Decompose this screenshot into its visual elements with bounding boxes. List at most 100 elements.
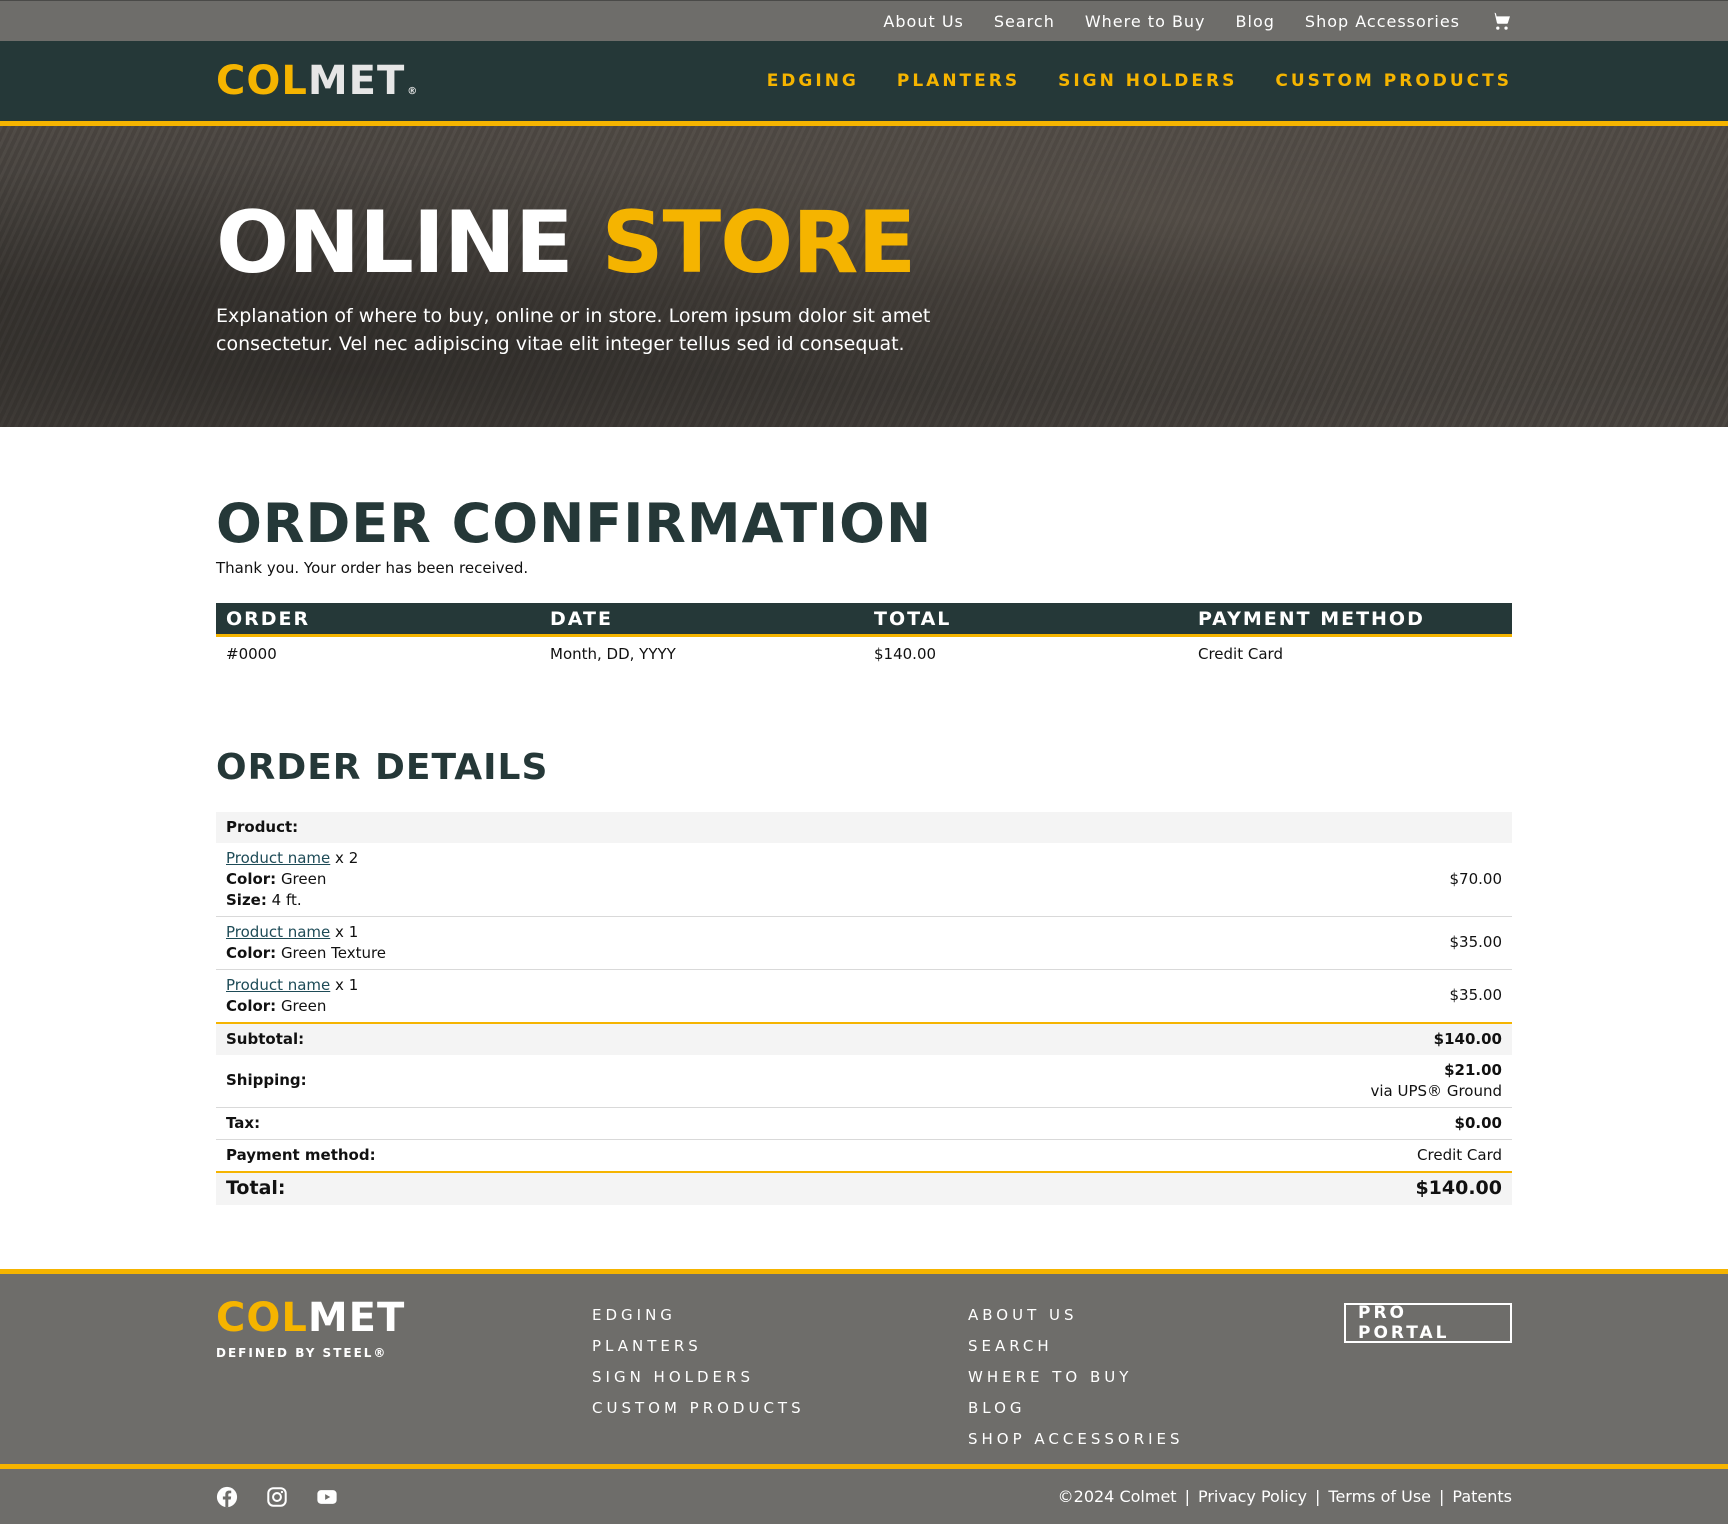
page-title: ORDER CONFIRMATION	[216, 492, 933, 555]
utility-bar: About Us Search Where to Buy Blog Shop A…	[0, 0, 1728, 41]
product-link[interactable]: Product name	[226, 923, 330, 941]
footer-link-blog[interactable]: BLOG	[968, 1393, 1344, 1424]
hero-title: ONLINE STORE	[216, 200, 1512, 286]
main-header: COL MET ® EDGING PLANTERS SIGN HOLDERS CUS…	[0, 41, 1728, 126]
nav-sign-holders[interactable]: SIGN HOLDERS	[1058, 71, 1237, 91]
total-label: Total:	[216, 1171, 920, 1205]
total-value: $140.00	[919, 1171, 1512, 1205]
shipping-value: $21.00	[1444, 1060, 1502, 1079]
nav-planters[interactable]: PLANTERS	[897, 71, 1020, 91]
list-item: Product name x 1 Color: Green Texture $3…	[216, 916, 1512, 970]
product-link[interactable]: Product name	[226, 976, 330, 994]
pro-portal-button[interactable]: PRO PORTAL	[1344, 1303, 1512, 1343]
footer-logo-met: MET	[307, 1295, 406, 1341]
facebook-icon[interactable]	[216, 1486, 238, 1508]
cart-icon[interactable]	[1490, 10, 1512, 32]
payment-method-label: Payment method:	[216, 1139, 920, 1173]
list-item: Product name x 1 Color: Green $35.00	[216, 969, 1512, 1024]
product-color: Green	[280, 996, 327, 1015]
utility-link-blog[interactable]: Blog	[1236, 12, 1275, 31]
colmet-logo[interactable]: COL MET ®	[216, 61, 418, 101]
product-qty: x 1	[335, 975, 359, 994]
col-payment-method: PAYMENT METHOD	[1188, 603, 1512, 637]
separator: |	[1439, 1487, 1445, 1506]
separator: |	[1315, 1487, 1321, 1506]
nav-custom-products[interactable]: CUSTOM PRODUCTS	[1275, 71, 1512, 91]
footer-link-sign-holders[interactable]: SIGN HOLDERS	[592, 1362, 968, 1393]
order-payment-method: Credit Card	[1198, 644, 1283, 663]
hero-subtitle: Explanation of where to buy, online or i…	[216, 305, 931, 355]
patents-link[interactable]: Patents	[1452, 1487, 1512, 1506]
nav-edging[interactable]: EDGING	[767, 71, 859, 91]
utility-link-where-to-buy[interactable]: Where to Buy	[1085, 12, 1206, 31]
footer-link-planters[interactable]: PLANTERS	[592, 1331, 968, 1362]
tax-label: Tax:	[216, 1107, 920, 1140]
hero-title-part1: ONLINE	[216, 193, 574, 293]
utility-link-about-us[interactable]: About Us	[883, 12, 963, 31]
total-row: Total: $140.00	[216, 1171, 1512, 1205]
product-price: $35.00	[919, 916, 1512, 970]
size-label: Size:	[226, 890, 267, 909]
instagram-icon[interactable]	[266, 1486, 288, 1508]
legal-links: ©2024 Colmet | Privacy Policy | Terms of…	[1058, 1487, 1512, 1506]
terms-of-use-link[interactable]: Terms of Use	[1328, 1487, 1431, 1506]
tax-row: Tax: $0.00	[216, 1107, 1512, 1140]
order-details-table: Product: Product name x 2 Color: Green S…	[216, 811, 1512, 1205]
product-qty: x 1	[335, 922, 359, 941]
tax-value: $0.00	[919, 1107, 1512, 1140]
order-summary-table: ORDER DATE TOTAL PAYMENT METHOD #0000 Mo…	[216, 603, 1512, 671]
footer-tagline: DEFINED BY STEEL®	[216, 1346, 388, 1360]
logo-text-met: MET	[307, 58, 406, 104]
color-label: Color:	[226, 943, 277, 962]
product-price: $70.00	[919, 842, 1512, 917]
shipping-method: via UPS® Ground	[1370, 1081, 1503, 1100]
order-date: Month, DD, YYYY	[550, 644, 676, 663]
footer-bottom-bar: ©2024 Colmet | Privacy Policy | Terms of…	[0, 1464, 1728, 1524]
footer-link-shop-accessories[interactable]: SHOP ACCESSORIES	[968, 1424, 1344, 1455]
product-link[interactable]: Product name	[226, 849, 330, 867]
subtotal-label: Subtotal:	[216, 1022, 920, 1055]
product-header: Product:	[216, 811, 1512, 843]
logo-registered: ®	[407, 86, 419, 97]
col-order: ORDER	[216, 603, 540, 637]
shipping-label: Shipping:	[216, 1054, 920, 1108]
privacy-policy-link[interactable]: Privacy Policy	[1198, 1487, 1307, 1506]
color-label: Color:	[226, 996, 277, 1015]
product-size: 4 ft.	[271, 890, 302, 909]
main-content: ORDER CONFIRMATION Thank you. Your order…	[0, 427, 1728, 1205]
footer-link-about-us[interactable]: ABOUT US	[968, 1300, 1344, 1331]
footer-link-search[interactable]: SEARCH	[968, 1331, 1344, 1362]
shipping-row: Shipping: $21.00 via UPS® Ground	[216, 1054, 1512, 1108]
payment-method-value: Credit Card	[919, 1139, 1512, 1173]
payment-method-row: Payment method: Credit Card	[216, 1139, 1512, 1173]
subtotal-value: $140.00	[919, 1022, 1512, 1055]
footer-company-column: ABOUT US SEARCH WHERE TO BUY BLOG SHOP A…	[968, 1274, 1344, 1464]
footer-link-edging[interactable]: EDGING	[592, 1300, 968, 1331]
youtube-icon[interactable]	[316, 1486, 338, 1508]
table-row: #0000 Month, DD, YYYY $140.00 Credit Car…	[216, 635, 1512, 671]
subtotal-row: Subtotal: $140.00	[216, 1022, 1512, 1055]
logo-text-col: COL	[216, 58, 308, 104]
order-details-title: ORDER DETAILS	[216, 746, 549, 788]
utility-link-shop-accessories[interactable]: Shop Accessories	[1305, 12, 1460, 31]
footer-logo-col: COL	[216, 1295, 308, 1341]
col-date: DATE	[540, 603, 864, 637]
footer-link-custom-products[interactable]: CUSTOM PRODUCTS	[592, 1393, 968, 1424]
color-label: Color:	[226, 869, 277, 888]
product-header-row: Product:	[216, 811, 1512, 843]
list-item: Product name x 2 Color: Green Size: 4 ft…	[216, 842, 1512, 917]
hero-banner: ONLINE STORE Explanation of where to buy…	[0, 126, 1728, 427]
site-footer: COLMET DEFINED BY STEEL® EDGING PLANTERS…	[0, 1269, 1728, 1524]
footer-link-where-to-buy[interactable]: WHERE TO BUY	[968, 1362, 1344, 1393]
hero-title-part2: STORE	[601, 193, 917, 293]
main-nav: EDGING PLANTERS SIGN HOLDERS CUSTOM PROD…	[767, 71, 1512, 91]
footer-logo[interactable]: COLMET	[216, 1298, 592, 1338]
product-price: $35.00	[919, 969, 1512, 1024]
utility-link-search[interactable]: Search	[994, 12, 1055, 31]
order-total: $140.00	[874, 644, 937, 663]
product-qty: x 2	[335, 848, 359, 867]
copyright-text: ©2024 Colmet	[1057, 1487, 1177, 1506]
thank-you-message: Thank you. Your order has been received.	[216, 559, 529, 577]
col-total: TOTAL	[864, 603, 1188, 637]
footer-products-column: EDGING PLANTERS SIGN HOLDERS CUSTOM PROD…	[592, 1274, 968, 1464]
